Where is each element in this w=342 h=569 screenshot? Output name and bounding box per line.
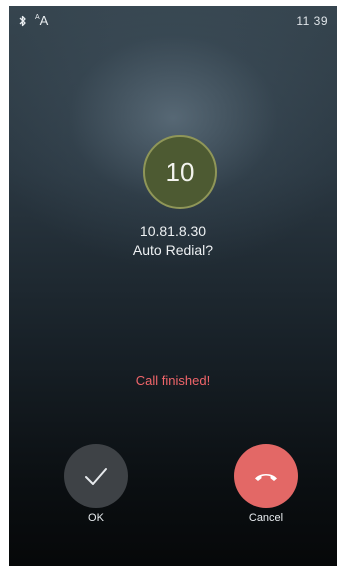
cancel-button[interactable]: [234, 444, 298, 508]
clock: 11 39: [296, 14, 328, 28]
call-status-text: Call finished!: [135, 373, 211, 388]
caller-number: 10.81.8.30: [139, 223, 207, 239]
checkmark-icon: [85, 468, 107, 485]
ok-button[interactable]: [64, 444, 128, 508]
font-size-icon: AA: [35, 13, 49, 28]
status-bar: AA 11 39: [9, 6, 337, 36]
avatar-text: 10: [165, 157, 195, 187]
hang-up-phone-icon: [255, 474, 277, 481]
cancel-button-label: Cancel: [248, 512, 284, 524]
auto-redial-prompt: Auto Redial?: [132, 242, 214, 258]
ok-button-label: OK: [88, 512, 104, 524]
bluetooth-icon: [19, 15, 26, 27]
device-frame: AA 11 39 10 10.81.8.30 Auto Redial? Call…: [0, 0, 342, 569]
phone-screen: AA 11 39 10 10.81.8.30 Auto Redial? Call…: [9, 6, 337, 566]
caller-avatar: 10: [143, 135, 217, 209]
